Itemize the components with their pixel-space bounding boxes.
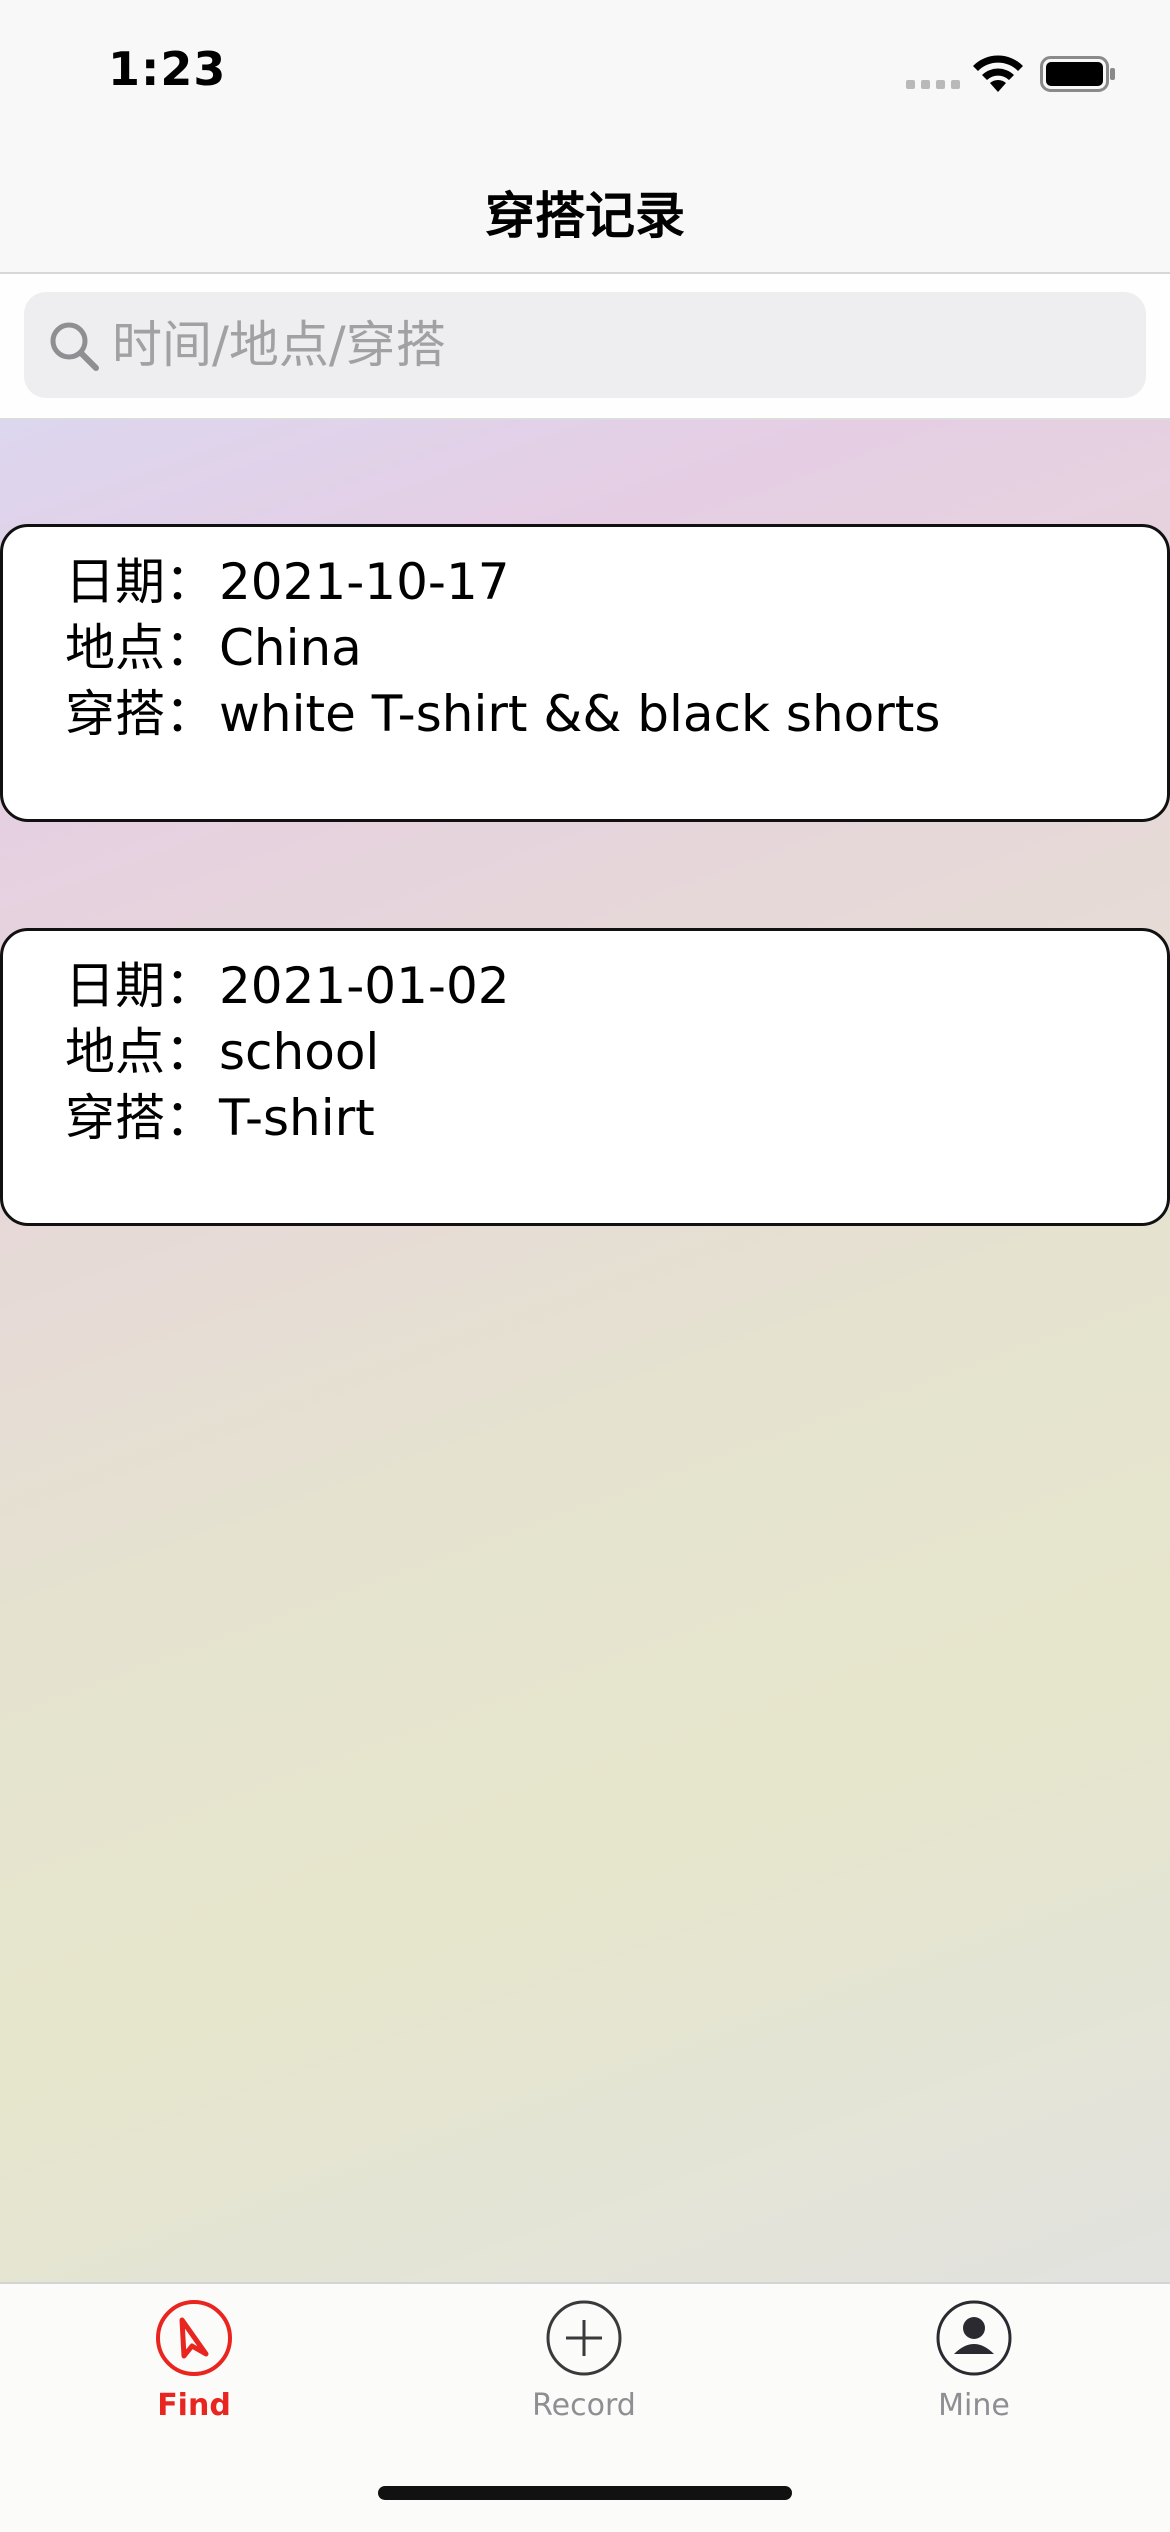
tab-record[interactable]: Record — [484, 2298, 684, 2423]
place-label: 地点： — [65, 1023, 215, 1081]
record-date-row: 日期： 2021-01-02 — [65, 953, 1167, 1019]
tab-mine[interactable]: Mine — [874, 2298, 1074, 2423]
outfit-label: 穿搭： — [65, 1089, 215, 1147]
record-place-row: 地点： China — [65, 615, 1167, 681]
outfit-label: 穿搭： — [65, 685, 215, 743]
status-bar: 1:23 — [0, 0, 1170, 140]
date-value: 2021-10-17 — [219, 553, 510, 611]
plus-circle-icon — [546, 2300, 622, 2376]
tab-find-label: Find — [157, 2388, 231, 2423]
page-title: 穿搭记录 — [485, 187, 685, 245]
search-box[interactable] — [24, 292, 1146, 398]
navigation-bar: 穿搭记录 — [0, 140, 1170, 274]
person-circle-icon — [936, 2300, 1012, 2376]
record-outfit-row: 穿搭： white T-shirt && black shorts — [65, 681, 1167, 747]
outfit-value: white T-shirt && black shorts — [219, 685, 941, 743]
place-value: school — [219, 1023, 380, 1081]
compass-icon — [156, 2300, 232, 2376]
place-label: 地点： — [65, 619, 215, 677]
search-input[interactable] — [112, 292, 1112, 398]
tab-find[interactable]: Find — [94, 2298, 294, 2423]
cellular-signal-icon — [906, 80, 960, 89]
search-bar — [0, 274, 1170, 420]
record-place-row: 地点： school — [65, 1019, 1167, 1085]
status-time: 1:23 — [108, 42, 227, 96]
records-list: 日期： 2021-10-17 地点： China 穿搭： white T-shi… — [0, 420, 1170, 2282]
record-card[interactable]: 日期： 2021-10-17 地点： China 穿搭： white T-shi… — [0, 524, 1170, 822]
outfit-value: T-shirt — [219, 1089, 375, 1147]
record-outfit-row: 穿搭： T-shirt — [65, 1085, 1167, 1151]
home-indicator — [378, 2486, 792, 2500]
date-label: 日期： — [65, 553, 215, 611]
tab-record-label: Record — [532, 2388, 636, 2423]
place-value: China — [219, 619, 362, 677]
record-card[interactable]: 日期： 2021-01-02 地点： school 穿搭： T-shirt — [0, 928, 1170, 1226]
date-value: 2021-01-02 — [219, 957, 510, 1015]
record-date-row: 日期： 2021-10-17 — [65, 549, 1167, 615]
date-label: 日期： — [65, 957, 215, 1015]
battery-icon — [1040, 56, 1115, 92]
search-icon — [50, 322, 99, 371]
wifi-icon — [973, 55, 1023, 92]
tab-mine-label: Mine — [938, 2388, 1010, 2423]
